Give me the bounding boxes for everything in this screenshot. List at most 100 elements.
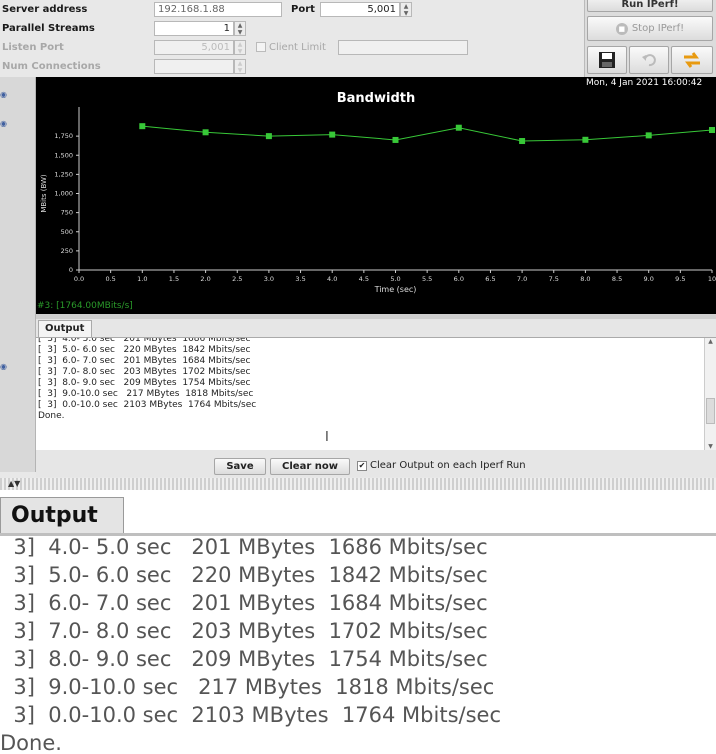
data-point — [519, 138, 526, 145]
parallel-streams-label: Parallel Streams — [2, 23, 95, 34]
x-tick-label: 7.5 — [549, 275, 559, 283]
data-point — [582, 136, 589, 143]
save-config-button[interactable] — [587, 46, 627, 74]
data-point — [645, 132, 652, 139]
y-tick-label: 250 — [61, 247, 73, 255]
refresh-arrows-icon — [684, 52, 700, 68]
x-tick-label: 8.5 — [612, 275, 622, 283]
y-tick-label: 0 — [69, 266, 73, 274]
output-line: [ 3] 8.0- 9.0 sec 209 MBytes 1754 Mbits/… — [38, 378, 251, 388]
scroll-thumb[interactable] — [706, 398, 715, 424]
x-tick-label: 5.0 — [390, 275, 400, 283]
bottom-splitter[interactable] — [0, 478, 716, 490]
chart-svg: Bandwidth 0 250 500 750 1,000 1,250 1,500 1,750 0… — [40, 91, 716, 294]
zoomed-console: 3] 4.0- 5.0 sec 201 MBytes 1686 Mbits/se… — [0, 536, 716, 754]
series-line — [142, 125, 713, 142]
restore-defaults-button[interactable] — [629, 46, 669, 74]
x-tick-label: 3.0 — [264, 275, 274, 283]
port-stepper[interactable]: ▲ ▼ — [400, 2, 412, 17]
run-iperf-label: Run IPerf! — [621, 0, 679, 10]
port-input[interactable]: 5,001 — [320, 2, 400, 17]
num-connections-stepper[interactable]: ▲ ▼ — [234, 59, 246, 74]
listen-port-input[interactable]: 5,001 — [154, 40, 234, 55]
output-console[interactable]: [ 3] 4.0- 5.0 sec 201 MBytes 1686 Mbits/… — [36, 338, 704, 450]
expand-icon[interactable]: ◉ — [0, 119, 12, 129]
x-tick-label: 5.5 — [422, 275, 432, 283]
data-point — [455, 124, 462, 131]
x-tick-label: 8.0 — [580, 275, 590, 283]
x-tick-label: 0.5 — [105, 275, 115, 283]
output-line: [ 3] 0.0-10.0 sec 2103 MBytes 1764 Mbits… — [38, 400, 257, 410]
x-tick-label: 7.0 — [517, 275, 527, 283]
collapse-arrows-icon[interactable]: ▲▼ — [8, 479, 20, 488]
zoomed-output-line: 3] 8.0- 9.0 sec 209 MBytes 1754 Mbits/se… — [0, 647, 488, 671]
x-tick-label: 10 — [708, 275, 716, 283]
zoomed-output-line: 3] 6.0- 7.0 sec 201 MBytes 1684 Mbits/se… — [0, 591, 488, 615]
x-tick-label: 6.5 — [485, 275, 495, 283]
clear-output-checkbox[interactable]: ✔ — [357, 461, 367, 471]
x-tick-label: 9.0 — [644, 275, 654, 283]
client-limit-checkbox[interactable] — [256, 42, 266, 52]
expand-icon[interactable]: ◉ — [0, 90, 12, 100]
x-tick-label: 1.5 — [169, 275, 179, 283]
x-tick-label: 6.0 — [454, 275, 464, 283]
y-axis-label: MBits (BW) — [40, 174, 48, 213]
current-rate-label: #3: [1764.00MBits/s] — [37, 301, 133, 311]
output-line: Done. — [38, 411, 65, 421]
output-line: [ 3] 9.0-10.0 sec 217 MBytes 1818 Mbits/… — [38, 389, 254, 399]
left-panel — [0, 77, 36, 472]
output-tab[interactable]: Output — [38, 320, 92, 337]
server-address-label: Server address — [2, 4, 88, 15]
y-tick-label: 750 — [61, 209, 73, 217]
x-tick-label: 4.5 — [359, 275, 369, 283]
stop-iperf-label: Stop IPerf! — [631, 22, 685, 34]
output-line: [ 3] 7.0- 8.0 sec 203 MBytes 1702 Mbits/… — [38, 367, 251, 377]
x-tick-label: 0.0 — [74, 275, 84, 283]
num-connections-input[interactable]: 0 — [154, 59, 234, 74]
output-scrollbar[interactable]: ▲ ▼ — [704, 338, 716, 450]
scroll-up-icon[interactable]: ▲ — [705, 338, 716, 345]
output-line: [ 3] 4.0- 5.0 sec 201 MBytes 1686 Mbits/… — [38, 338, 251, 344]
listen-port-label: Listen Port — [2, 42, 64, 53]
parallel-streams-stepper[interactable]: ▲ ▼ — [234, 21, 246, 36]
zoomed-output-line: 3] 7.0- 8.0 sec 203 MBytes 1702 Mbits/se… — [0, 619, 488, 643]
y-tick-label: 1,000 — [54, 190, 73, 198]
zoomed-output-tab[interactable]: Output — [0, 497, 124, 533]
output-line: [ 3] 6.0- 7.0 sec 201 MBytes 1684 Mbits/… — [38, 356, 251, 366]
zoomed-output-line: 3] 5.0- 6.0 sec 220 MBytes 1842 Mbits/se… — [0, 563, 488, 587]
undo-icon — [642, 54, 656, 67]
data-point — [265, 133, 272, 140]
x-axis-label: Time (sec) — [374, 285, 417, 294]
clear-now-button[interactable]: Clear now — [270, 458, 350, 475]
y-tick-label: 500 — [61, 228, 73, 236]
zoomed-output-line: 3] 0.0-10.0 sec 2103 MBytes 1764 Mbits/s… — [0, 703, 501, 727]
port-label: Port — [291, 4, 315, 15]
listen-port-stepper[interactable]: ▲ ▼ — [234, 40, 246, 55]
y-tick-label: 1,750 — [54, 132, 73, 140]
data-point — [709, 127, 715, 134]
zoomed-output-line: 3] 9.0-10.0 sec 217 MBytes 1818 Mbits/se… — [0, 675, 495, 699]
zoomed-output-line: Done. — [0, 731, 62, 754]
server-address-input[interactable]: 192.168.1.88 — [154, 2, 282, 17]
reset-graph-button[interactable] — [671, 46, 713, 74]
x-tick-label: 2.0 — [200, 275, 210, 283]
x-tick-label: 9.5 — [675, 275, 685, 283]
save-button[interactable]: Save — [214, 458, 266, 475]
timestamp: Mon, 4 Jan 2021 16:00:42 — [586, 78, 703, 88]
data-point — [392, 136, 399, 143]
stop-iperf-button[interactable]: ■ Stop IPerf! — [587, 16, 713, 41]
expand-icon[interactable]: ◉ — [0, 362, 12, 372]
zoomed-output-line: 3] 4.0- 5.0 sec 201 MBytes 1686 Mbits/se… — [0, 536, 488, 559]
client-limit-input[interactable] — [338, 40, 468, 55]
chart-title: Bandwidth — [337, 91, 415, 106]
output-line: [ 3] 5.0- 6.0 sec 220 MBytes 1842 Mbits/… — [38, 345, 251, 355]
data-point — [202, 129, 209, 136]
scroll-down-icon[interactable]: ▼ — [705, 443, 716, 450]
text-cursor-icon: I — [325, 430, 329, 445]
client-limit-label: Client Limit — [269, 42, 326, 53]
parallel-streams-input[interactable]: 1 — [154, 21, 234, 36]
bandwidth-chart: Bandwidth 0 250 500 750 1,000 1,250 1,500 1,750 0… — [36, 77, 716, 314]
run-iperf-button[interactable]: Run IPerf! — [587, 0, 713, 12]
x-tick-label: 3.5 — [295, 275, 305, 283]
x-tick-label: 2.5 — [232, 275, 242, 283]
